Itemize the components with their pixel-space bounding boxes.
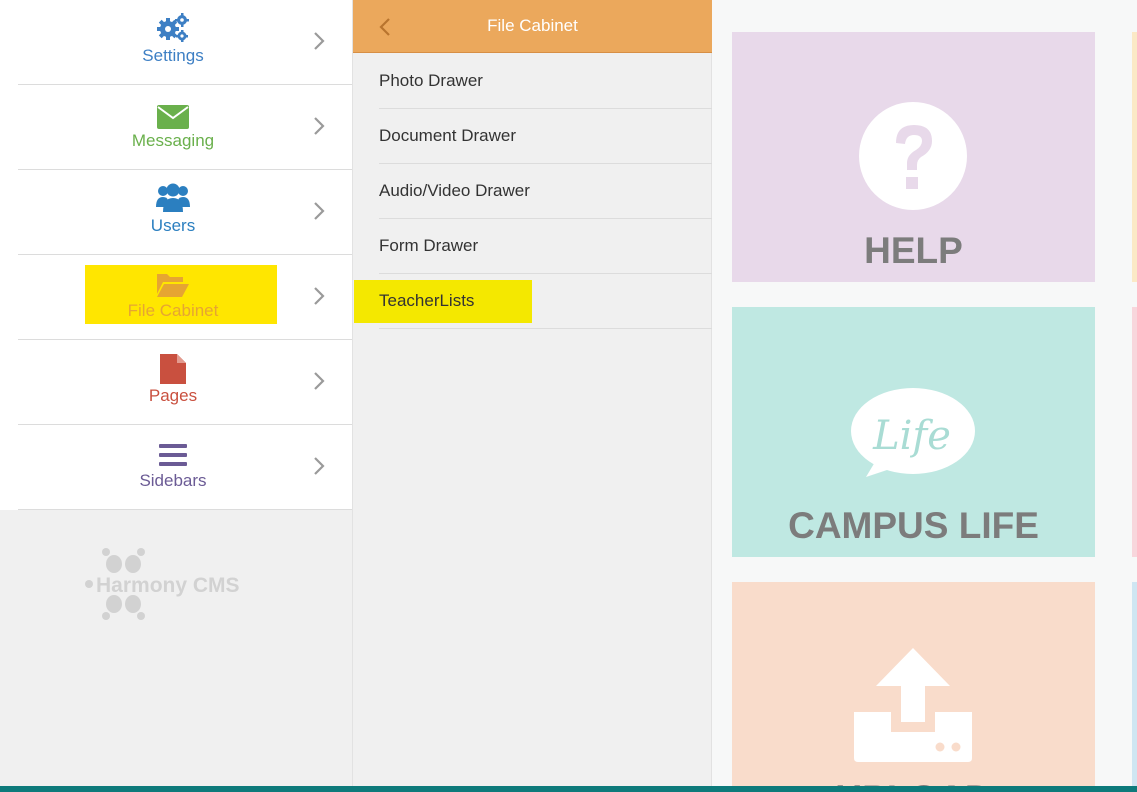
tile-edge	[1132, 582, 1137, 786]
tile-upload[interactable]: UPLOAD	[732, 582, 1095, 786]
chevron-right-icon	[314, 372, 325, 390]
dashboard-tiles: HELP Life CAMPUS LIFE UPLOAD	[713, 0, 1137, 792]
chevron-right-icon	[314, 202, 325, 220]
submenu-item-audio-video-drawer[interactable]: Audio/Video Drawer	[379, 164, 712, 219]
submenu-item-photo-drawer[interactable]: Photo Drawer	[379, 54, 712, 109]
tile-label: HELP	[864, 230, 963, 271]
nav-item-label: Settings	[142, 46, 204, 65]
gears-icon	[18, 12, 328, 42]
submenu-item-label: Audio/Video Drawer	[379, 181, 530, 200]
tile-edge	[1132, 307, 1137, 557]
chevron-right-icon	[314, 287, 325, 305]
nav-item-file-cabinet[interactable]: File Cabinet	[18, 255, 352, 340]
nav-item-label: Users	[150, 216, 196, 235]
nav-item-pages[interactable]: Pages	[18, 340, 352, 425]
folder-open-icon	[18, 272, 328, 302]
tile-edge	[1132, 32, 1137, 282]
nav-item-users[interactable]: Users	[18, 170, 352, 255]
nav-item-label: Pages	[148, 386, 198, 405]
chevron-right-icon	[314, 457, 325, 475]
submenu-item-form-drawer[interactable]: Form Drawer	[379, 219, 712, 274]
submenu-header: File Cabinet	[353, 0, 712, 53]
file-cabinet-submenu: File Cabinet Photo Drawer Document Drawe…	[352, 0, 712, 792]
svg-text:Harmony CMS: Harmony CMS	[96, 574, 240, 597]
submenu-item-teacherlists[interactable]: TeacherLists	[354, 274, 712, 329]
nav-item-label: File Cabinet	[127, 301, 219, 320]
life-icon-text: Life	[872, 413, 951, 459]
file-icon	[18, 354, 328, 384]
submenu-item-label: Document Drawer	[379, 126, 516, 145]
nav-item-sidebars[interactable]: Sidebars	[18, 425, 352, 510]
submenu-title: File Cabinet	[487, 16, 578, 35]
life-speech-bubble-icon: Life	[851, 388, 975, 477]
chevron-right-icon	[314, 32, 325, 50]
tile-help[interactable]: HELP	[732, 32, 1095, 282]
submenu-item-label: Form Drawer	[379, 236, 479, 255]
nav-item-label: Sidebars	[139, 471, 207, 490]
nav-item-label: Messaging	[131, 131, 215, 150]
upload-icon	[854, 648, 972, 762]
submenu-item-document-drawer[interactable]: Document Drawer	[379, 109, 712, 164]
question-circle-icon	[859, 102, 967, 210]
tile-campus-life[interactable]: Life CAMPUS LIFE	[732, 307, 1095, 557]
nav-item-messaging[interactable]: Messaging	[18, 85, 352, 170]
bottom-bar	[0, 786, 1137, 792]
users-icon	[18, 182, 328, 212]
tile-label: CAMPUS LIFE	[788, 505, 1039, 546]
tile-label: UPLOAD	[732, 778, 1095, 786]
harmony-cms-logo: Harmony CMS	[84, 547, 264, 621]
chevron-right-icon	[314, 117, 325, 135]
main-nav-menu: Settings Messaging Users File Cabinet Pa…	[0, 0, 352, 510]
main-nav: Settings Messaging Users File Cabinet Pa…	[0, 0, 352, 792]
bars-icon	[18, 443, 328, 473]
nav-item-settings[interactable]: Settings	[18, 0, 352, 85]
submenu-item-label: TeacherLists	[379, 291, 475, 310]
submenu-item-label: Photo Drawer	[379, 71, 483, 90]
